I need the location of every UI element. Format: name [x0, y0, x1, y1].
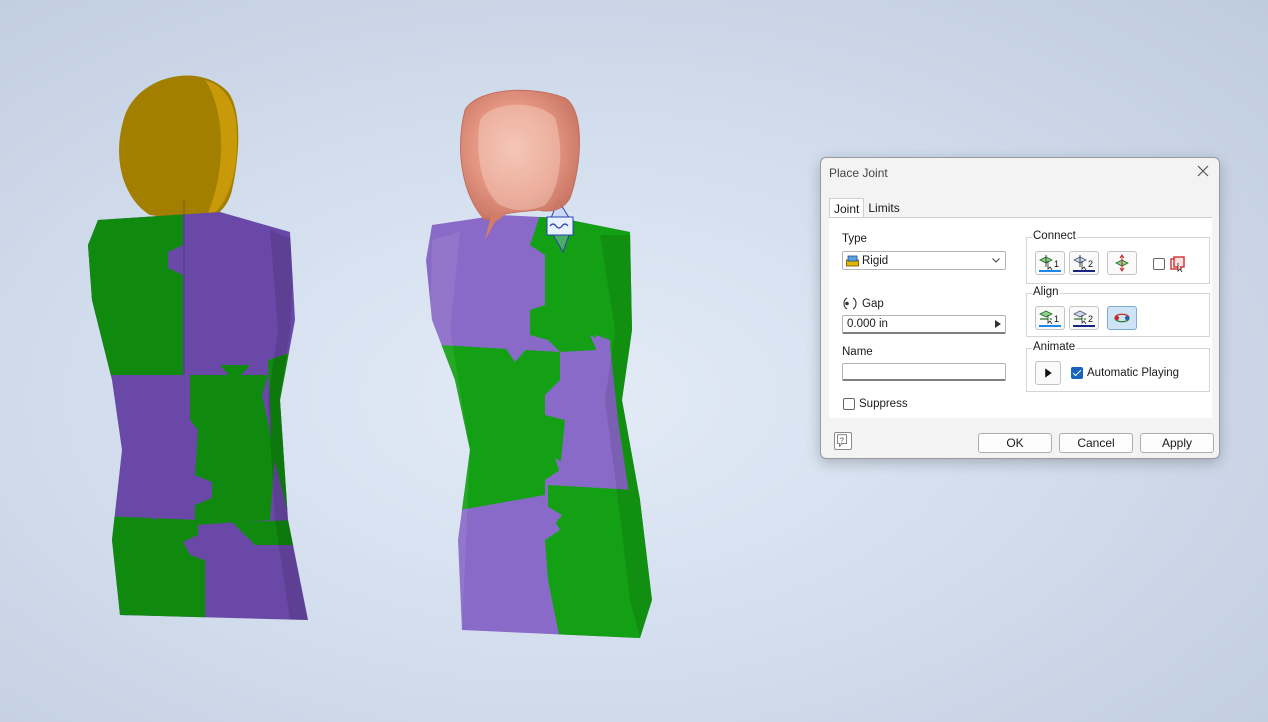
svg-text:?: ? [840, 436, 844, 444]
select-origin-2-icon: 2 [1073, 255, 1095, 272]
connect-select-1-button[interactable]: 1 [1035, 251, 1065, 275]
animate-group: Animate Automatic Playing [1026, 341, 1210, 392]
place-joint-dialog: Place Joint Joint Limits Type Rigid Gap … [820, 157, 1220, 459]
gap-icon [843, 297, 857, 310]
gap-value: 0.000 in [847, 318, 888, 330]
cancel-button[interactable]: Cancel [1059, 433, 1133, 453]
lock-checkbox[interactable] [1153, 258, 1165, 270]
animate-play-button[interactable] [1035, 361, 1061, 385]
automatic-playing-label: Automatic Playing [1087, 367, 1180, 379]
left-figure-model[interactable] [80, 75, 330, 630]
align-1-icon: 1 [1039, 310, 1061, 327]
suppress-label: Suppress [859, 398, 908, 410]
chevron-down-icon [992, 258, 1000, 263]
rigid-joint-icon [846, 255, 859, 266]
flip-icon [1115, 254, 1129, 272]
animate-title: Animate [1032, 341, 1077, 353]
connect-title: Connect [1032, 230, 1077, 242]
automatic-playing-checkbox[interactable] [1071, 367, 1083, 379]
align-title: Align [1032, 286, 1060, 298]
left-figure-torso[interactable] [80, 200, 330, 630]
help-button[interactable]: ? [834, 432, 852, 450]
apply-button[interactable]: Apply [1140, 433, 1214, 453]
align-select-2-button[interactable]: 2 [1069, 306, 1099, 330]
close-icon[interactable] [1195, 163, 1211, 179]
align-flip-button[interactable] [1107, 306, 1137, 330]
flip-component-button[interactable] [1107, 251, 1137, 275]
joint-type-select[interactable]: Rigid [842, 251, 1006, 270]
svg-text:2: 2 [1088, 259, 1093, 269]
dialog-title: Place Joint [829, 166, 888, 180]
joint-panel: Type Rigid Gap 0.000 in Name Suppress Co… [829, 217, 1212, 418]
isolate-components-icon[interactable] [1169, 255, 1187, 273]
svg-text:1: 1 [1054, 259, 1059, 269]
svg-text:2: 2 [1088, 314, 1093, 324]
ok-button[interactable]: OK [978, 433, 1052, 453]
select-origin-1-icon: 1 [1039, 255, 1061, 272]
name-input[interactable] [842, 363, 1006, 381]
suppress-checkbox[interactable] [843, 398, 855, 410]
right-figure-model[interactable] [420, 89, 660, 645]
tab-joint[interactable]: Joint [829, 198, 865, 218]
gap-flyout-arrow-icon[interactable] [995, 320, 1001, 328]
tab-limits[interactable]: Limits [864, 198, 903, 218]
help-icon: ? [837, 434, 847, 448]
align-flip-icon [1114, 313, 1130, 323]
right-figure-torso[interactable] [420, 200, 660, 645]
align-group: Align 1 2 [1026, 286, 1210, 337]
gap-input[interactable]: 0.000 in [842, 315, 1006, 334]
align-select-1-button[interactable]: 1 [1035, 306, 1065, 330]
svg-text:1: 1 [1054, 314, 1059, 324]
play-icon [1045, 368, 1052, 378]
tab-bar: Joint Limits [829, 198, 904, 218]
type-label: Type [842, 233, 867, 245]
joint-type-value: Rigid [862, 254, 889, 267]
name-label: Name [842, 346, 873, 358]
align-2-icon: 2 [1073, 310, 1095, 327]
gap-label: Gap [862, 298, 884, 310]
connect-select-2-button[interactable]: 2 [1069, 251, 1099, 275]
connect-group: Connect 1 2 [1026, 230, 1210, 284]
